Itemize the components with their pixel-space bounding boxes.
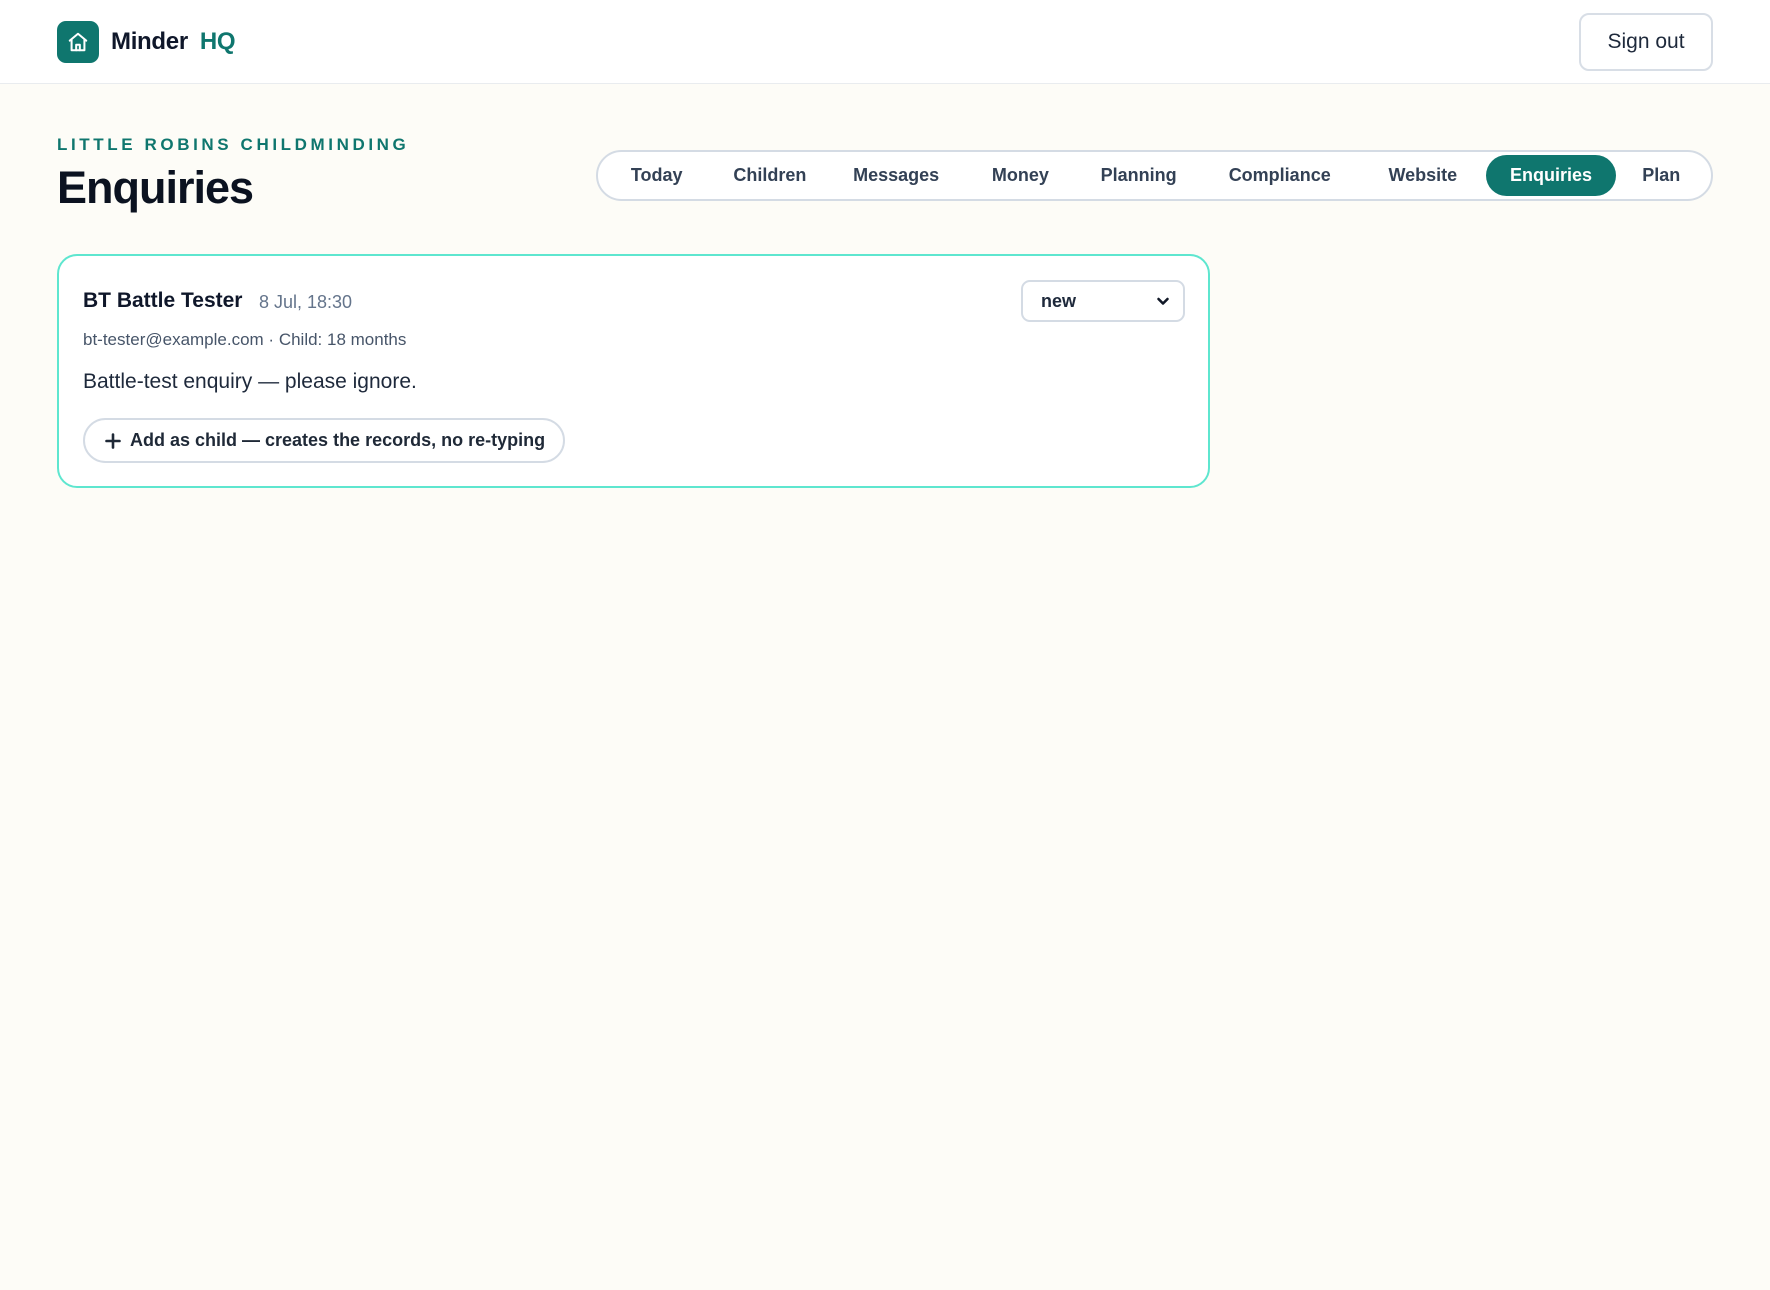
add-as-child-button[interactable]: Add as child — creates the records, no r… [83, 418, 566, 463]
nav-tab-website[interactable]: Website [1359, 155, 1486, 196]
nav-tab-planning[interactable]: Planning [1077, 155, 1200, 196]
brand-logo [57, 21, 99, 63]
home-icon [68, 32, 88, 52]
plus-icon [105, 432, 121, 449]
nav-tab-today[interactable]: Today [602, 155, 711, 196]
enquiry-timestamp: 8 Jul, 18:30 [259, 292, 353, 312]
page-title: Enquiries [57, 162, 254, 213]
enquiry-contact-details: bt-tester@example.com · Child: 18 months [83, 330, 407, 349]
sign-out-button[interactable]: Sign out [1579, 13, 1713, 71]
main-nav: Today Children Messages Money Planning C… [596, 150, 1713, 201]
add-as-child-label: Add as child — creates the records, no r… [130, 430, 546, 450]
status-select[interactable]: new [1021, 280, 1185, 322]
nav-tab-compliance[interactable]: Compliance [1200, 155, 1359, 196]
enquiry-card: BT Battle Tester 8 Jul, 18:30 new bt-tes… [57, 254, 1210, 488]
nav-tab-money[interactable]: Money [964, 155, 1077, 196]
enquiry-message: Battle-test enquiry — please ignore. [83, 370, 417, 393]
chevron-down-icon [1155, 293, 1171, 309]
nav-tab-messages[interactable]: Messages [829, 155, 964, 196]
enquirer-name: BT Battle Tester [83, 289, 243, 312]
top-bar: Minder HQ Sign out [0, 0, 1770, 84]
status-value: new [1041, 290, 1077, 311]
business-name: LITTLE ROBINS CHILDMINDING [57, 135, 410, 154]
nav-tab-children[interactable]: Children [711, 155, 828, 196]
brand-name: Minder [111, 28, 188, 55]
nav-tab-plan[interactable]: Plan [1616, 155, 1707, 196]
nav-tab-enquiries[interactable]: Enquiries [1486, 155, 1616, 196]
brand[interactable]: Minder HQ [57, 21, 236, 63]
brand-suffix: HQ [199, 28, 236, 55]
